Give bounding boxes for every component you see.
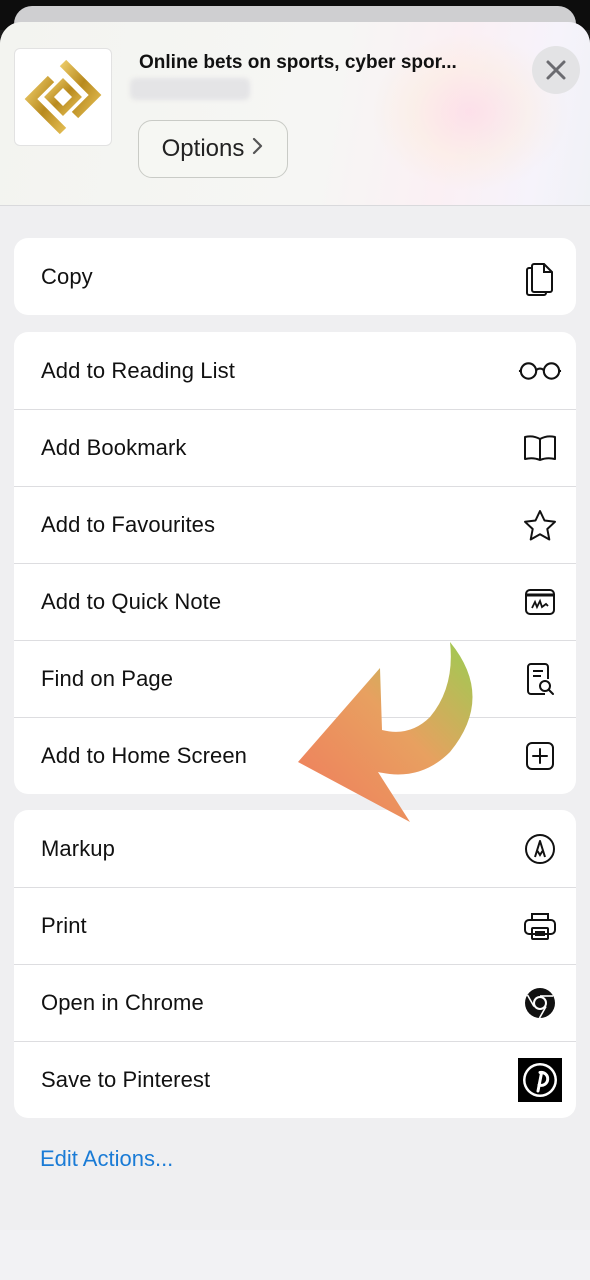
find-on-page-icon — [518, 657, 562, 701]
actions-group-more: Markup Print Open in Chrome Save to Pint… — [14, 810, 576, 1118]
curved-arrow-annotation — [298, 642, 473, 822]
action-label: Add to Reading List — [41, 357, 235, 383]
action-label: Add to Home Screen — [41, 742, 248, 768]
action-label: Open in Chrome — [41, 989, 204, 1015]
action-label: Copy — [41, 263, 93, 289]
action-print[interactable]: Print — [14, 887, 576, 964]
action-label: Save to Pinterest — [41, 1066, 211, 1092]
site-title: Online bets on sports, cyber spor... — [139, 52, 457, 73]
action-label: Print — [41, 912, 87, 938]
action-open-in-chrome[interactable]: Open in Chrome — [14, 964, 576, 1041]
action-copy[interactable]: Copy — [14, 238, 576, 315]
plus-square-icon — [518, 734, 562, 778]
action-add-bookmark[interactable]: Add Bookmark — [14, 409, 576, 486]
action-label: Add to Quick Note — [41, 588, 222, 614]
share-sheet: Online bets on sports, cyber spor... Opt… — [0, 22, 590, 1280]
markup-pen-icon — [518, 827, 562, 871]
chrome-icon — [518, 981, 562, 1025]
site-logo — [14, 48, 112, 146]
glasses-icon — [518, 349, 562, 393]
action-add-to-reading-list[interactable]: Add to Reading List — [14, 332, 576, 409]
options-label: Options — [161, 135, 245, 162]
logo-mark-icon — [24, 59, 102, 135]
edit-actions-link[interactable]: Edit Actions... — [40, 1146, 173, 1172]
action-label: Add Bookmark — [41, 434, 187, 460]
action-add-to-quick-note[interactable]: Add to Quick Note — [14, 563, 576, 640]
close-icon — [546, 60, 566, 80]
action-save-to-pinterest[interactable]: Save to Pinterest — [14, 1041, 576, 1118]
book-icon — [518, 426, 562, 470]
close-button[interactable] — [532, 46, 580, 94]
chevron-right-icon — [252, 135, 264, 163]
star-icon — [518, 503, 562, 547]
printer-icon — [518, 904, 562, 948]
action-label: Find on Page — [41, 665, 174, 691]
action-label: Add to Favourites — [41, 511, 216, 537]
options-button[interactable]: Options — [138, 120, 288, 178]
action-add-to-favourites[interactable]: Add to Favourites — [14, 486, 576, 563]
share-sheet-header: Online bets on sports, cyber spor... Opt… — [0, 22, 590, 206]
pinterest-icon — [518, 1057, 562, 1102]
quick-note-icon — [518, 580, 562, 624]
sheet-bottom — [0, 1230, 590, 1280]
action-label: Markup — [41, 835, 115, 861]
site-url-redacted — [130, 78, 250, 100]
copy-icon — [518, 255, 562, 299]
actions-group-copy: Copy — [14, 238, 576, 315]
